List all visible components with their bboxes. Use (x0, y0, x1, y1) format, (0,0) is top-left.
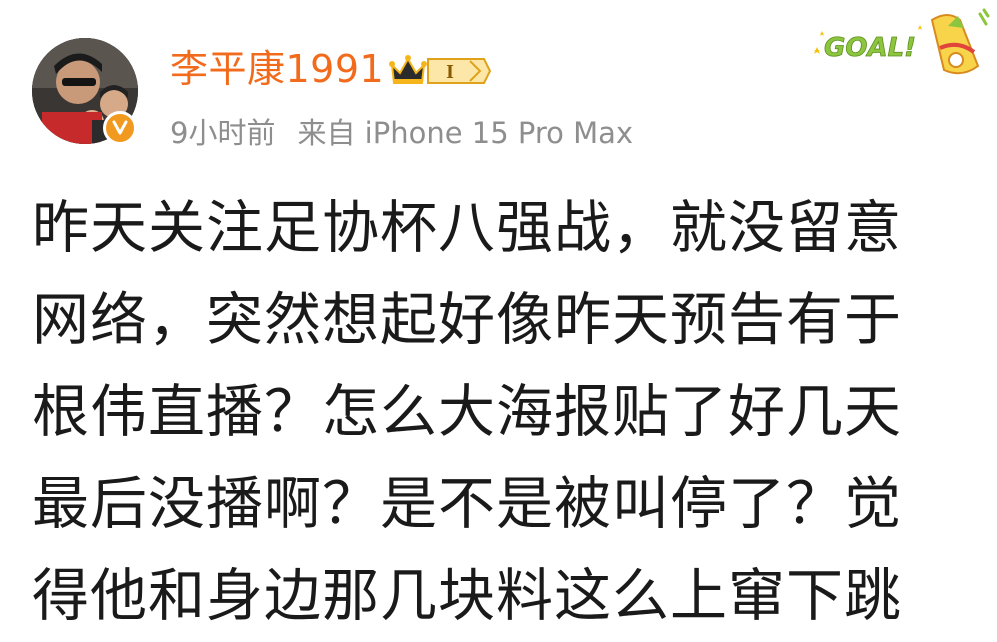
content-line: 网络，突然想起好像昨天预告有于 (32, 287, 902, 353)
content-line: 最后没播啊？是不是被叫停了？觉 (32, 471, 902, 537)
verified-badge-icon (103, 111, 137, 145)
post-time: 9小时前 (170, 116, 276, 150)
content-line: 根伟直播？怎么大海报贴了好几天 (32, 379, 902, 445)
weibo-post: 李平康1991 I 9小时前 来自 iPhone 15 Pro Max GOAL! (0, 0, 997, 629)
sticker-text: GOAL! (824, 33, 916, 63)
username-link[interactable]: 李平康1991 (170, 46, 384, 92)
post-content: 昨天关注足协杯八强战，就没留意 网络，突然想起好像昨天预告有于 根伟直播？怎么大… (32, 182, 997, 642)
goal-sticker-icon[interactable]: GOAL! (808, 6, 992, 84)
content-line: 昨天关注足协杯八强战，就没留意 (32, 195, 902, 261)
crown-level-badge-icon[interactable]: I (388, 51, 492, 91)
post-source: 来自 iPhone 15 Pro Max (297, 116, 634, 150)
post-meta: 9小时前 来自 iPhone 15 Pro Max (170, 114, 633, 152)
badge-level-text: I (446, 61, 454, 83)
content-line: 得他和身边那几块料这么上窜下跳 (32, 563, 902, 629)
